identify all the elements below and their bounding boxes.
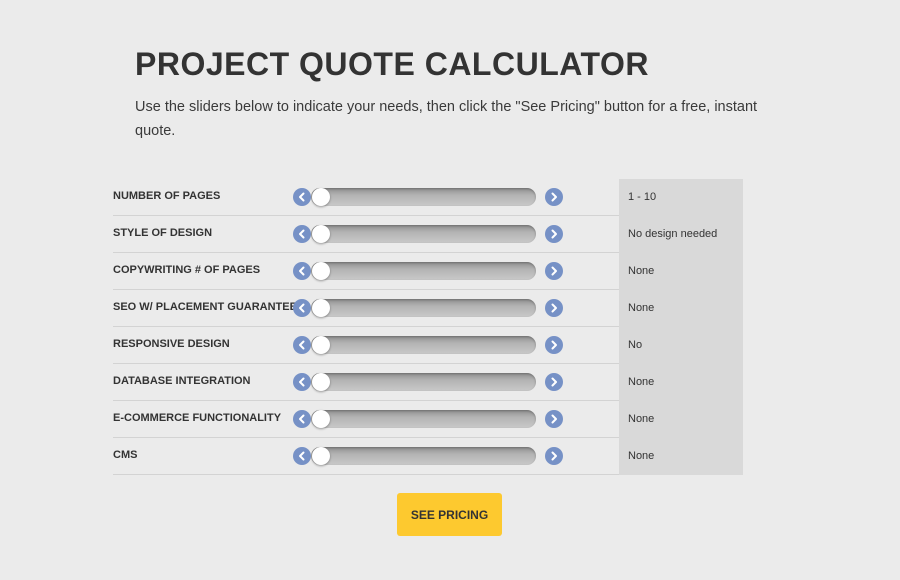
chevron-right-icon[interactable] — [545, 262, 563, 280]
slider-row-value: None — [628, 413, 655, 425]
chevron-left-icon[interactable] — [293, 299, 311, 317]
slider-knob[interactable] — [312, 188, 330, 206]
slider-row-value: None — [628, 302, 655, 314]
slider-track[interactable] — [311, 225, 536, 243]
slider-row-value: None — [628, 450, 655, 462]
chevron-right-icon[interactable] — [545, 188, 563, 206]
quote-calculator-page: PROJECT QUOTE CALCULATOR Use the sliders… — [0, 0, 900, 580]
slider-row-label: NUMBER OF PAGES — [113, 190, 221, 202]
chevron-left-icon[interactable] — [293, 447, 311, 465]
see-pricing-button[interactable]: SEE PRICING — [397, 493, 502, 536]
chevron-left-icon[interactable] — [293, 225, 311, 243]
chevron-left-icon[interactable] — [293, 373, 311, 391]
slider-knob[interactable] — [312, 410, 330, 428]
slider-row-value: No — [628, 339, 643, 351]
slider-row-label: CMS — [113, 449, 138, 461]
chevron-right-icon[interactable] — [545, 447, 563, 465]
slider-row-label: COPYWRITING # OF PAGES — [113, 264, 261, 276]
slider-row: E-COMMERCE FUNCTIONALITY None — [113, 401, 743, 438]
chevron-left-icon[interactable] — [293, 188, 311, 206]
slider-knob[interactable] — [312, 225, 330, 243]
slider-row: RESPONSIVE DESIGN No — [113, 327, 743, 364]
chevron-left-icon[interactable] — [293, 410, 311, 428]
slider-knob[interactable] — [312, 299, 330, 317]
slider-track[interactable] — [311, 299, 536, 317]
slider-row-value: None — [628, 376, 655, 388]
slider-knob[interactable] — [312, 336, 330, 354]
slider-track[interactable] — [311, 262, 536, 280]
chevron-right-icon[interactable] — [545, 336, 563, 354]
chevron-left-icon[interactable] — [293, 336, 311, 354]
chevron-right-icon[interactable] — [545, 373, 563, 391]
slider-row-value: None — [628, 265, 655, 277]
chevron-left-icon[interactable] — [293, 262, 311, 280]
slider-row: SEO W/ PLACEMENT GUARANTEE None — [113, 290, 743, 327]
chevron-right-icon[interactable] — [545, 410, 563, 428]
slider-track[interactable] — [311, 410, 536, 428]
slider-row: STYLE OF DESIGN No design needed — [113, 216, 743, 253]
slider-knob[interactable] — [312, 373, 330, 391]
slider-row-value: 1 - 10 — [628, 191, 657, 203]
slider-row: COPYWRITING # OF PAGES None — [113, 253, 743, 290]
slider-track[interactable] — [311, 373, 536, 391]
slider-row-label: DATABASE INTEGRATION — [113, 375, 251, 387]
slider-row-label: RESPONSIVE DESIGN — [113, 338, 230, 350]
slider-row: CMS None — [113, 438, 743, 475]
slider-row: NUMBER OF PAGES 1 - 10 — [113, 179, 743, 216]
slider-row-label: E-COMMERCE FUNCTIONALITY — [113, 412, 282, 424]
slider-row-value: No design needed — [628, 228, 718, 240]
slider-track[interactable] — [311, 447, 536, 465]
slider-row-label: STYLE OF DESIGN — [113, 227, 213, 239]
slider-row-label: SEO W/ PLACEMENT GUARANTEE — [113, 301, 297, 313]
slider-track[interactable] — [311, 336, 536, 354]
intro-text: Use the sliders below to indicate your n… — [135, 99, 758, 139]
slider-row: DATABASE INTEGRATION None — [113, 364, 743, 401]
chevron-right-icon[interactable] — [545, 299, 563, 317]
slider-knob[interactable] — [312, 262, 330, 280]
slider-track[interactable] — [311, 188, 536, 206]
page-title: PROJECT QUOTE CALCULATOR — [135, 46, 649, 82]
slider-rows: NUMBER OF PAGES 1 - 10 STYLE OF DESIGN No d… — [113, 179, 743, 475]
slider-knob[interactable] — [312, 447, 330, 465]
calculator-panel: NUMBER OF PAGES 1 - 10 STYLE OF DESIGN No d… — [113, 179, 743, 475]
chevron-right-icon[interactable] — [545, 225, 563, 243]
row-divider — [113, 474, 619, 475]
